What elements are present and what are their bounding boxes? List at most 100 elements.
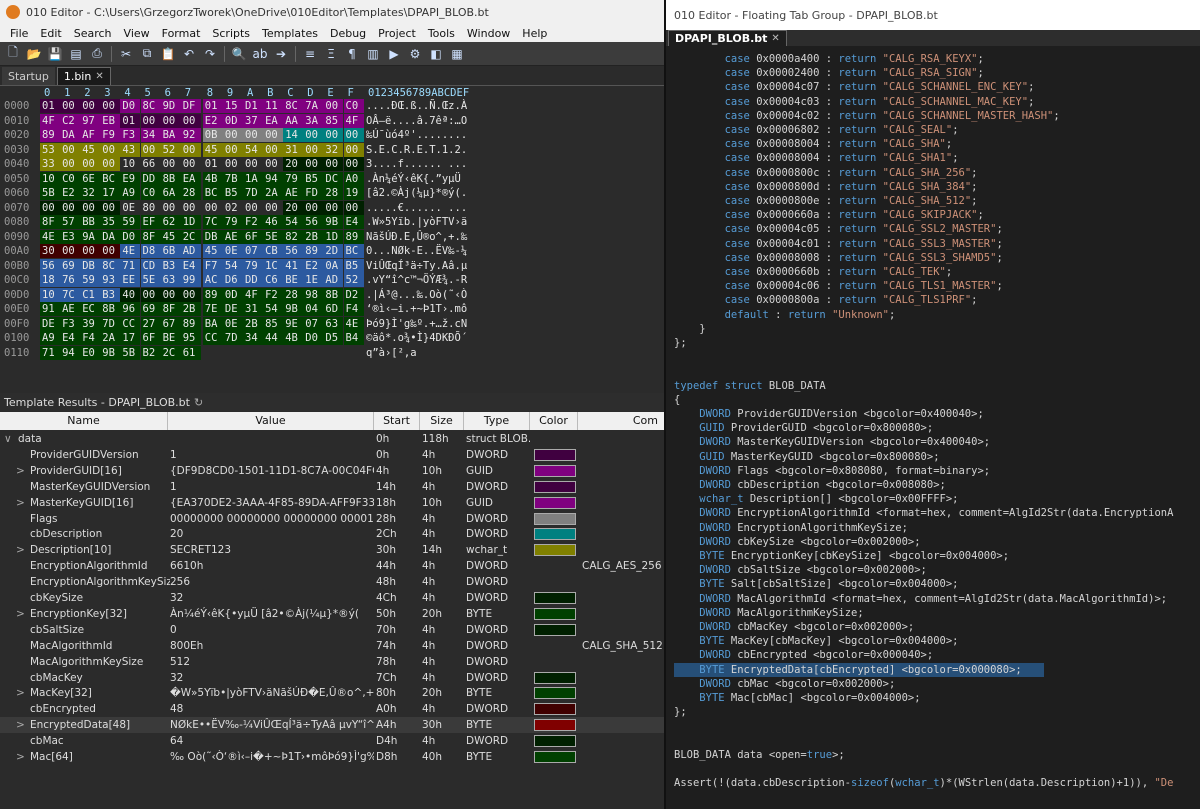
hex-byte[interactable]: 32 [323, 142, 344, 157]
hex-byte[interactable]: 01 [120, 113, 141, 128]
hex-byte[interactable]: AC [202, 273, 223, 287]
hex-row[interactable]: 0050 10 C0 6E BC E9 DD 8B EA 4B 7B 1A 94 79 B5 DC A0 .Àn¼… [0, 171, 664, 186]
hex-byte[interactable]: 00 [60, 157, 81, 171]
hex-byte[interactable]: 57 [60, 215, 81, 229]
hex-byte[interactable]: DB [202, 229, 223, 244]
results-row[interactable]: > Description[10] SECRET123 30h 14h wchar_t [0, 542, 664, 558]
hex-byte[interactable]: 10 [40, 171, 60, 186]
hex-byte[interactable]: 4F [243, 287, 263, 302]
hex-byte[interactable]: 54 [283, 215, 304, 229]
code-line[interactable]: DWORD MacAlgorithmId <format=hex, commen… [674, 592, 1167, 606]
hex-byte[interactable]: 3A [303, 113, 324, 128]
col-start-header[interactable]: Start [374, 412, 420, 430]
hex-byte[interactable]: 04 [303, 302, 324, 316]
hex-byte[interactable]: 4F [40, 113, 60, 128]
hex-row[interactable]: 0030 53 00 45 00 43 00 52 00 45 00 54 00 31 00 32 00 S.E.… [0, 142, 664, 157]
hex-byte[interactable]: 07 [243, 244, 263, 258]
hex-byte[interactable]: 40 [120, 287, 141, 302]
hex-byte[interactable]: C0 [140, 186, 161, 200]
hex-ascii[interactable]: [â2.©Àj(¼µ}*®ý(. [366, 186, 467, 200]
results-row[interactable]: cbSaltSize 0 70h 4h DWORD [0, 622, 664, 638]
code-line[interactable]: DWORD cbDescription <bgcolor=0x008080>; [674, 478, 946, 492]
results-row[interactable]: MacAlgorithmId 800Eh 74h 4h DWORD CALG_SHA_51… [0, 638, 664, 654]
hex-byte[interactable]: 4E [40, 229, 60, 244]
hex-byte[interactable]: 9D [160, 99, 181, 113]
expand-toggle-icon[interactable]: ∨ [4, 431, 16, 447]
hex-byte[interactable]: 7C [60, 287, 81, 302]
expand-toggle-icon[interactable]: > [16, 542, 28, 558]
hex-byte[interactable]: DE [40, 316, 60, 331]
tab-1bin[interactable]: 1.bin ✕ [56, 67, 111, 85]
menu-format[interactable]: Format [156, 27, 207, 40]
run-template-icon[interactable]: ▶ [385, 45, 403, 63]
hex-ascii[interactable]: ViÛŒqÍ³ä÷Ty.Aâ.µ [366, 259, 467, 273]
menu-view[interactable]: View [118, 27, 156, 40]
code-line[interactable]: case 0x00006802 : return "CALG_SEAL"; [674, 123, 959, 137]
hex-byte[interactable]: F3 [120, 128, 141, 142]
code-line[interactable]: case 0x00004c07 : return "CALG_SCHANNEL_… [674, 80, 1035, 94]
expand-toggle-icon[interactable]: > [16, 717, 28, 733]
hex-byte[interactable]: EA [180, 171, 201, 186]
hex-byte[interactable]: BA [202, 316, 223, 331]
hex-byte[interactable]: 34 [243, 331, 263, 345]
hex-byte[interactable]: F4 [343, 302, 364, 316]
hex-ascii[interactable]: ....ÐŒ.ß..Ñ.Œz.À [366, 99, 467, 113]
col-comment-header[interactable]: Com [578, 412, 664, 430]
hex-byte[interactable]: 0E [120, 201, 140, 215]
hex-byte[interactable]: 31 [243, 302, 263, 316]
hex-byte[interactable]: 0E [222, 244, 243, 258]
redo-icon[interactable]: ↷ [201, 45, 219, 63]
hex-byte[interactable]: 7D [243, 186, 263, 200]
hex-byte[interactable]: 0B [202, 128, 223, 142]
expand-toggle-icon[interactable]: > [16, 749, 28, 765]
hex-byte[interactable]: 00 [60, 200, 81, 215]
hex-byte[interactable]: 00 [203, 201, 223, 215]
undo-icon[interactable]: ↶ [180, 45, 198, 63]
hex-byte[interactable]: 02 [223, 201, 243, 215]
hex-row[interactable]: 0010 4F C2 97 EB 01 00 00 00 E2 0D 37 EA AA 3A 85 4F OÂ—ë… [0, 113, 664, 128]
hex-byte[interactable]: 00 [100, 200, 121, 215]
hex-byte[interactable]: 01 [40, 99, 60, 113]
menu-window[interactable]: Window [461, 27, 516, 40]
hex-ascii[interactable]: OÂ—ë....â.7êª:…O [366, 114, 467, 128]
hex-mode-icon[interactable]: ≡ [301, 45, 319, 63]
results-row[interactable]: > EncryptedData[48] NØkE••ËV‰-¼ViÛŒqÍ³ä÷Ty… [0, 717, 664, 734]
hex-byte[interactable]: 2C [160, 345, 181, 360]
hex-byte[interactable]: 82 [283, 229, 304, 244]
hex-byte[interactable]: DA [60, 128, 81, 142]
hex-byte[interactable]: 00 [263, 157, 283, 171]
hex-byte[interactable]: CC [202, 331, 223, 345]
hex-byte[interactable]: 5E [263, 229, 284, 244]
hex-byte[interactable]: 32 [80, 186, 101, 200]
hex-byte[interactable]: DA [100, 229, 121, 244]
hex-byte[interactable]: E3 [60, 229, 81, 244]
hex-byte[interactable]: 00 [160, 113, 181, 128]
hex-byte[interactable]: BC [343, 244, 364, 258]
hex-byte[interactable]: 71 [40, 345, 60, 360]
hex-byte[interactable]: 56 [283, 244, 304, 258]
hex-ascii[interactable]: .|Á³@...‰.Oò(˜‹Ò [366, 288, 467, 302]
hex-byte[interactable]: 00 [343, 128, 364, 142]
hex-byte[interactable]: 4B [202, 171, 223, 186]
hex-byte[interactable]: 00 [223, 157, 243, 171]
hex-byte[interactable]: 8B [323, 287, 344, 302]
hex-byte[interactable]: 6F [243, 229, 263, 244]
hex-byte[interactable]: 00 [343, 157, 364, 171]
hex-byte[interactable]: 00 [243, 157, 263, 171]
expand-toggle-icon[interactable]: > [16, 606, 28, 622]
hex-byte[interactable]: 1C [263, 258, 284, 273]
hex-byte[interactable]: 00 [303, 128, 324, 142]
hex-byte[interactable]: 2B [243, 316, 263, 331]
code-line[interactable]: BYTE EncryptedData[cbEncrypted] <bgcolor… [674, 662, 1044, 677]
hex-byte[interactable]: B5 [222, 186, 243, 200]
hex-byte[interactable]: 0A [323, 258, 344, 273]
menu-debug[interactable]: Debug [324, 27, 372, 40]
run-script-icon[interactable]: ⚙ [406, 45, 424, 63]
hex-byte[interactable]: 59 [80, 273, 101, 287]
hex-byte[interactable]: 5E [140, 273, 161, 287]
code-line[interactable]: typedef struct BLOB_DATA [674, 379, 826, 393]
hex-byte[interactable]: 6F [140, 331, 161, 345]
hex-byte[interactable]: 4B [283, 331, 304, 345]
results-row[interactable]: cbMacKey 32 7Ch 4h DWORD [0, 670, 664, 686]
code-line[interactable]: case 0x00002400 : return "CALG_RSA_SIGN"… [674, 66, 984, 80]
